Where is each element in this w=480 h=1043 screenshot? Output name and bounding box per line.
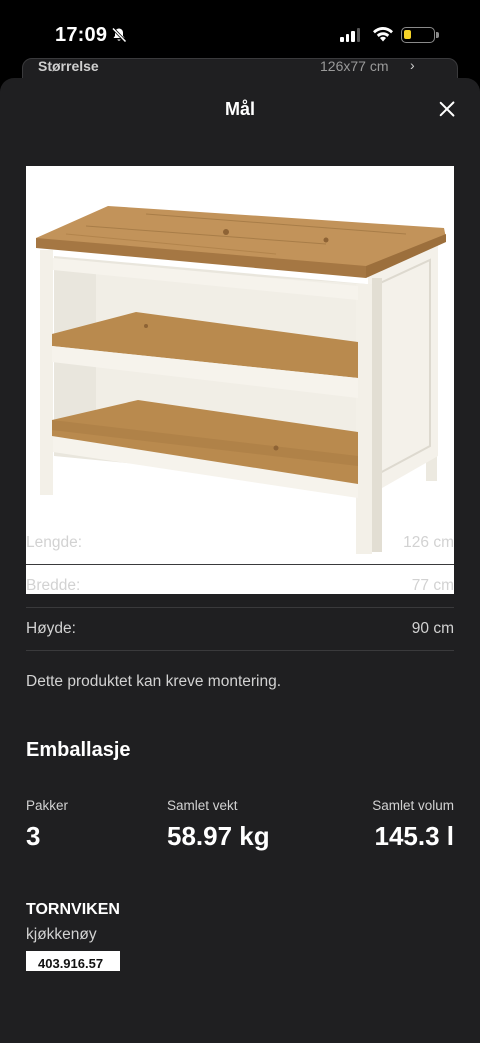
cellular-signal-icon <box>340 28 360 42</box>
sheet-title: Mål <box>224 99 255 119</box>
stat-label: Pakker <box>26 798 69 813</box>
packaging-heading: Emballasje <box>26 739 131 761</box>
dimension-value: 77 cm <box>411 577 454 594</box>
dimension-label: Høyde: <box>26 620 76 637</box>
battery-nub <box>436 32 439 38</box>
stat-total-weight: Samlet vekt 58.97 kg <box>167 798 270 852</box>
stat-value: 145.3 l <box>374 821 454 851</box>
stat-value: 58.97 kg <box>167 821 270 851</box>
chevron-right-icon: › <box>410 57 415 73</box>
wifi-icon <box>373 26 393 42</box>
size-value: 126x77 cm <box>320 58 389 74</box>
stat-label: Samlet vekt <box>167 798 238 813</box>
dimension-label: Lengde: <box>26 534 83 551</box>
dimensions-list: Lengde: 126 cm Bredde: 77 cm Høyde: 90 c… <box>26 522 454 651</box>
size-label: Størrelse <box>38 58 99 74</box>
bell-off-icon <box>111 27 127 43</box>
stat-packages: Pakker 3 <box>26 798 68 852</box>
product-type: kjøkkenøy <box>26 926 97 943</box>
product-name: TORNVIKEN <box>26 901 120 918</box>
stat-value: 3 <box>26 821 41 851</box>
stat-total-volume: Samlet volum 145.3 l <box>372 798 454 852</box>
dimension-value: 90 cm <box>411 620 454 637</box>
stat-label: Samlet volum <box>372 798 454 813</box>
packaging-stats: Pakker 3 Samlet vekt 58.97 kg Samlet vol… <box>26 798 454 858</box>
close-icon[interactable] <box>434 96 460 122</box>
dimension-row-height: Høyde: 90 cm <box>26 608 454 651</box>
dimension-label: Bredde: <box>26 577 81 594</box>
dimension-row-length: Lengde: 126 cm <box>26 522 454 565</box>
article-number-badge: 403.916.57 <box>26 951 120 971</box>
battery-icon <box>401 27 435 43</box>
dimension-row-width: Bredde: 77 cm <box>26 565 454 608</box>
dimension-value: 126 cm <box>403 534 454 551</box>
assembly-note: Dette produktet kan kreve montering. <box>26 673 282 690</box>
status-time: 17:09 <box>55 24 108 46</box>
